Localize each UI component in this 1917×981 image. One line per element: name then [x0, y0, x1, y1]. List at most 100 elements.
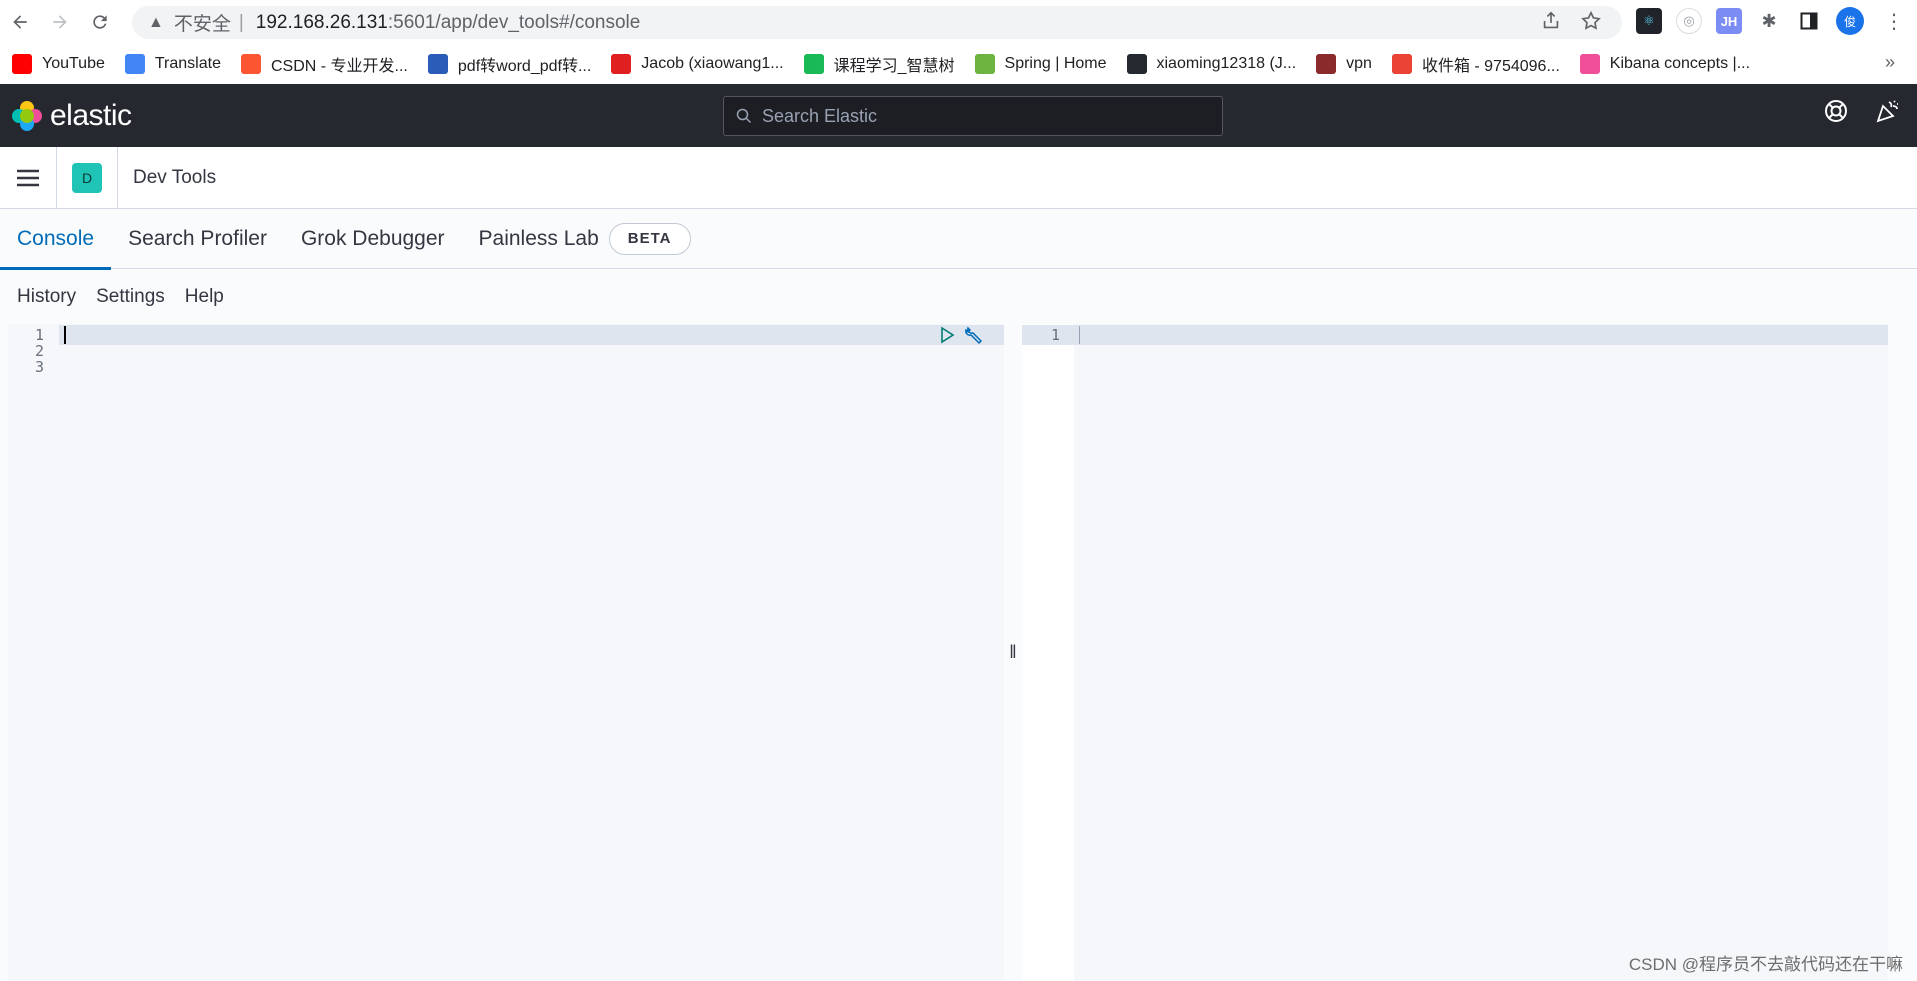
breadcrumb-bar: D Dev Tools — [0, 146, 1917, 209]
zhihuishu-icon — [803, 54, 824, 74]
response-gutter — [1022, 324, 1074, 981]
star-icon[interactable] — [1580, 10, 1602, 32]
reload-button[interactable] — [80, 0, 120, 44]
logo-text: elastic — [50, 98, 132, 132]
settings-link[interactable]: Settings — [96, 286, 165, 308]
elastic-logo-icon — [12, 100, 42, 131]
tab-label: Console — [17, 226, 95, 250]
request-editor[interactable]: 1 2 3 — [8, 324, 1004, 981]
kibana-icon — [1579, 54, 1600, 74]
gmail-icon — [1391, 54, 1412, 74]
beta-badge: BETA — [608, 222, 691, 255]
hamburger-menu-button[interactable] — [0, 146, 57, 209]
bookmark-item[interactable]: 课程学习_智慧树 — [803, 52, 955, 76]
youtube-icon — [12, 54, 32, 74]
bookmark-label: YouTube — [42, 55, 105, 72]
jh-extension-icon[interactable]: JH — [1716, 8, 1742, 34]
history-link[interactable]: History — [17, 286, 76, 308]
bookmark-item[interactable]: Kibana concepts |... — [1579, 54, 1751, 74]
search-elastic-input[interactable]: Search Elastic — [723, 96, 1223, 136]
bookmark-label: CSDN - 专业开发... — [270, 58, 408, 75]
back-button[interactable] — [0, 0, 40, 44]
bookmark-item[interactable]: pdf转word_pdf转... — [427, 52, 592, 76]
search-icon — [736, 108, 752, 124]
line-number: 3 — [34, 358, 44, 376]
breadcrumb-divider — [117, 146, 118, 209]
profile-avatar[interactable]: 俊 — [1836, 7, 1864, 35]
bookmark-item[interactable]: 收件箱 - 9754096... — [1391, 52, 1560, 76]
csdn-icon — [240, 54, 261, 74]
warning-icon: ▲ — [148, 13, 164, 31]
share-icon[interactable] — [1540, 10, 1562, 32]
kibana-header: elastic Search Elastic — [0, 84, 1917, 147]
console-editors: 1 2 3 ‖ 1 — [0, 324, 1917, 981]
bookmark-label: vpn — [1346, 55, 1372, 72]
bookmark-label: pdf转word_pdf转... — [457, 58, 592, 75]
browser-toolbar: ▲ 不安全 | 192.168.26.131 :5601/app/dev_too… — [0, 0, 1917, 44]
tab-label: Search Profiler — [128, 226, 267, 250]
tab-console[interactable]: Console — [0, 209, 112, 270]
request-gutter — [8, 324, 59, 981]
tab-label: Painless Lab — [478, 226, 599, 250]
bookmark-item[interactable]: Translate — [124, 54, 221, 74]
bookmarks-bar: YouTube Translate CSDN - 专业开发... pdf转word_p… — [0, 44, 1917, 84]
tab-label: Grok Debugger — [300, 226, 445, 250]
bookmark-item[interactable]: Jacob (xiaowang1... — [611, 54, 784, 74]
translate-icon — [124, 54, 145, 74]
vpn-icon — [1316, 54, 1337, 74]
response-editor[interactable]: 1 — [1022, 324, 1888, 981]
bookmark-label: Translate — [154, 55, 221, 72]
dev-tools-tabs: Console Search Profiler Grok Debugger Painl… — [0, 209, 1917, 270]
address-bar[interactable]: ▲ 不安全 | 192.168.26.131 :5601/app/dev_too… — [132, 6, 1622, 39]
extension-circle-icon[interactable]: ◎ — [1676, 8, 1702, 34]
tab-grok-debugger[interactable]: Grok Debugger — [284, 209, 462, 269]
help-lifebuoy-icon[interactable] — [1823, 98, 1849, 124]
forward-button[interactable] — [40, 0, 80, 44]
space-avatar[interactable]: D — [72, 162, 102, 193]
bookmark-item[interactable]: CSDN - 专业开发... — [240, 52, 408, 76]
text-cursor — [1079, 326, 1080, 344]
bookmark-label: Jacob (xiaowang1... — [641, 55, 784, 72]
side-panel-icon[interactable] — [1796, 8, 1822, 34]
bookmark-item[interactable]: vpn — [1316, 54, 1372, 74]
bookmark-label: xiaoming12318 (J... — [1156, 55, 1297, 72]
active-line-highlight — [8, 325, 1004, 345]
bookmark-label: 课程学习_智慧树 — [833, 58, 955, 75]
tab-painless-lab[interactable]: Painless Lab BETA — [462, 209, 708, 269]
tab-search-profiler[interactable]: Search Profiler — [111, 209, 284, 269]
react-devtools-icon[interactable]: ⚛ — [1636, 8, 1662, 34]
github-icon — [1126, 54, 1147, 74]
bookmark-label: Kibana concepts |... — [1609, 55, 1751, 72]
active-line-highlight — [1022, 325, 1888, 345]
reload-icon — [93, 15, 107, 29]
spring-icon — [974, 54, 995, 74]
bookmark-item[interactable]: Spring | Home — [974, 54, 1107, 74]
address-separator: | — [238, 11, 244, 33]
bookmark-item[interactable]: YouTube — [12, 54, 105, 74]
search-placeholder: Search Elastic — [762, 105, 878, 126]
watermark: CSDN @程序员不去敲代码还在干嘛 — [1628, 955, 1903, 974]
bookmarks-overflow-icon[interactable]: » — [1885, 52, 1895, 73]
insecure-label: 不安全 — [173, 14, 231, 35]
jacob-icon — [611, 54, 632, 74]
browser-menu-icon[interactable]: ⋮ — [1884, 9, 1904, 34]
puzzle-icon[interactable]: ✱ — [1756, 8, 1782, 34]
line-number: 1 — [1050, 326, 1060, 344]
hamburger-icon — [17, 169, 39, 186]
breadcrumb: Dev Tools — [133, 166, 217, 188]
url-host: 192.168.26.131 — [255, 11, 388, 33]
arrow-right-icon — [53, 15, 67, 29]
bookmark-item[interactable]: xiaoming12318 (J... — [1126, 54, 1297, 74]
arrow-left-icon — [13, 15, 27, 29]
pane-resizer[interactable]: ‖ — [1004, 324, 1022, 981]
help-link[interactable]: Help — [185, 286, 224, 308]
elastic-logo[interactable]: elastic — [12, 99, 132, 133]
play-request-icon[interactable] — [938, 326, 956, 344]
wrench-icon[interactable] — [964, 326, 984, 346]
pdf-icon — [427, 54, 448, 74]
console-menu: History Settings Help — [0, 270, 1917, 324]
text-cursor — [64, 326, 66, 344]
url-path: :5601/app/dev_tools#/console — [387, 11, 641, 33]
bookmark-label: Spring | Home — [1004, 55, 1107, 72]
newsfeed-icon[interactable] — [1875, 98, 1901, 124]
